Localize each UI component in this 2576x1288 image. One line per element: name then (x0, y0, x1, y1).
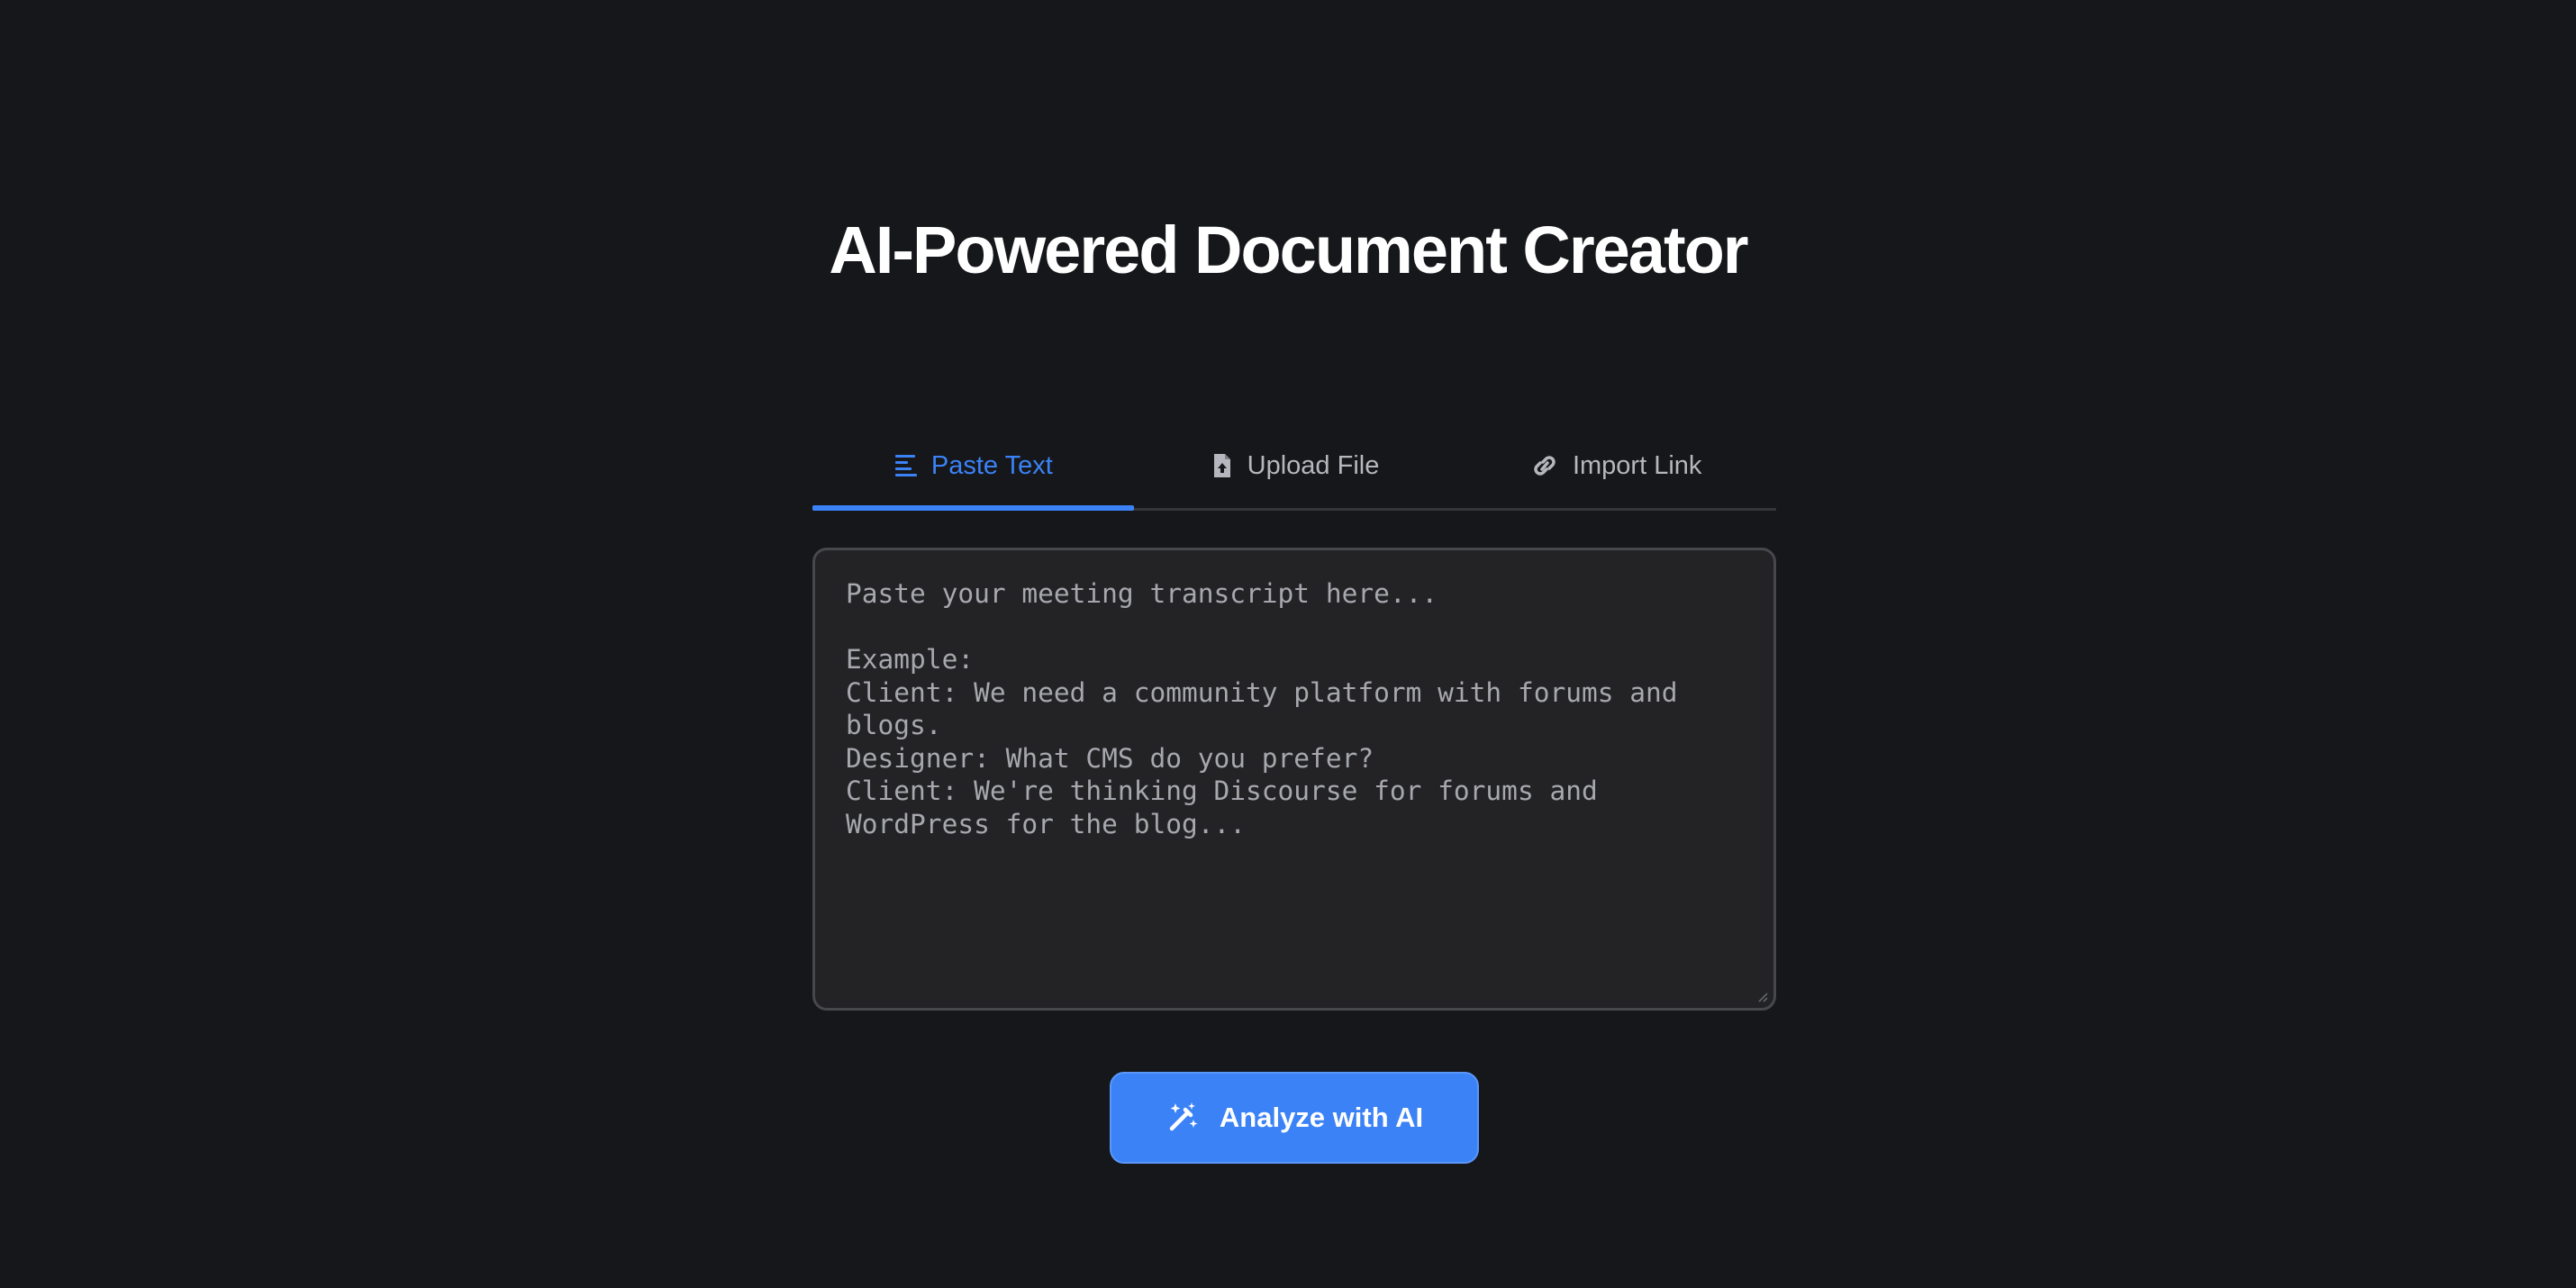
tab-import-link[interactable]: Import Link (1455, 429, 1776, 508)
magic-wand-icon (1166, 1101, 1200, 1135)
analyze-button-label: Analyze with AI (1219, 1102, 1424, 1133)
tab-paste-text[interactable]: Paste Text (812, 429, 1134, 511)
analyze-button[interactable]: Analyze with AI (1110, 1072, 1479, 1164)
transcript-textarea[interactable] (815, 550, 1773, 1008)
document-creator-page: AI-Powered Document Creator Paste Text U… (0, 0, 2576, 1288)
transcript-input-container (812, 548, 1776, 1011)
align-left-icon (893, 451, 919, 480)
tab-label: Paste Text (930, 450, 1053, 480)
tab-label: Import Link (1572, 450, 1702, 480)
file-upload-icon (1210, 451, 1235, 480)
page-title: AI-Powered Document Creator (829, 213, 1748, 287)
resize-grip-icon[interactable] (1755, 990, 1768, 1002)
tab-upload-file[interactable]: Upload File (1134, 429, 1456, 508)
tab-label: Upload File (1247, 450, 1380, 480)
input-method-tabs: Paste Text Upload File Import Link (812, 429, 1776, 511)
link-icon (1529, 451, 1560, 480)
